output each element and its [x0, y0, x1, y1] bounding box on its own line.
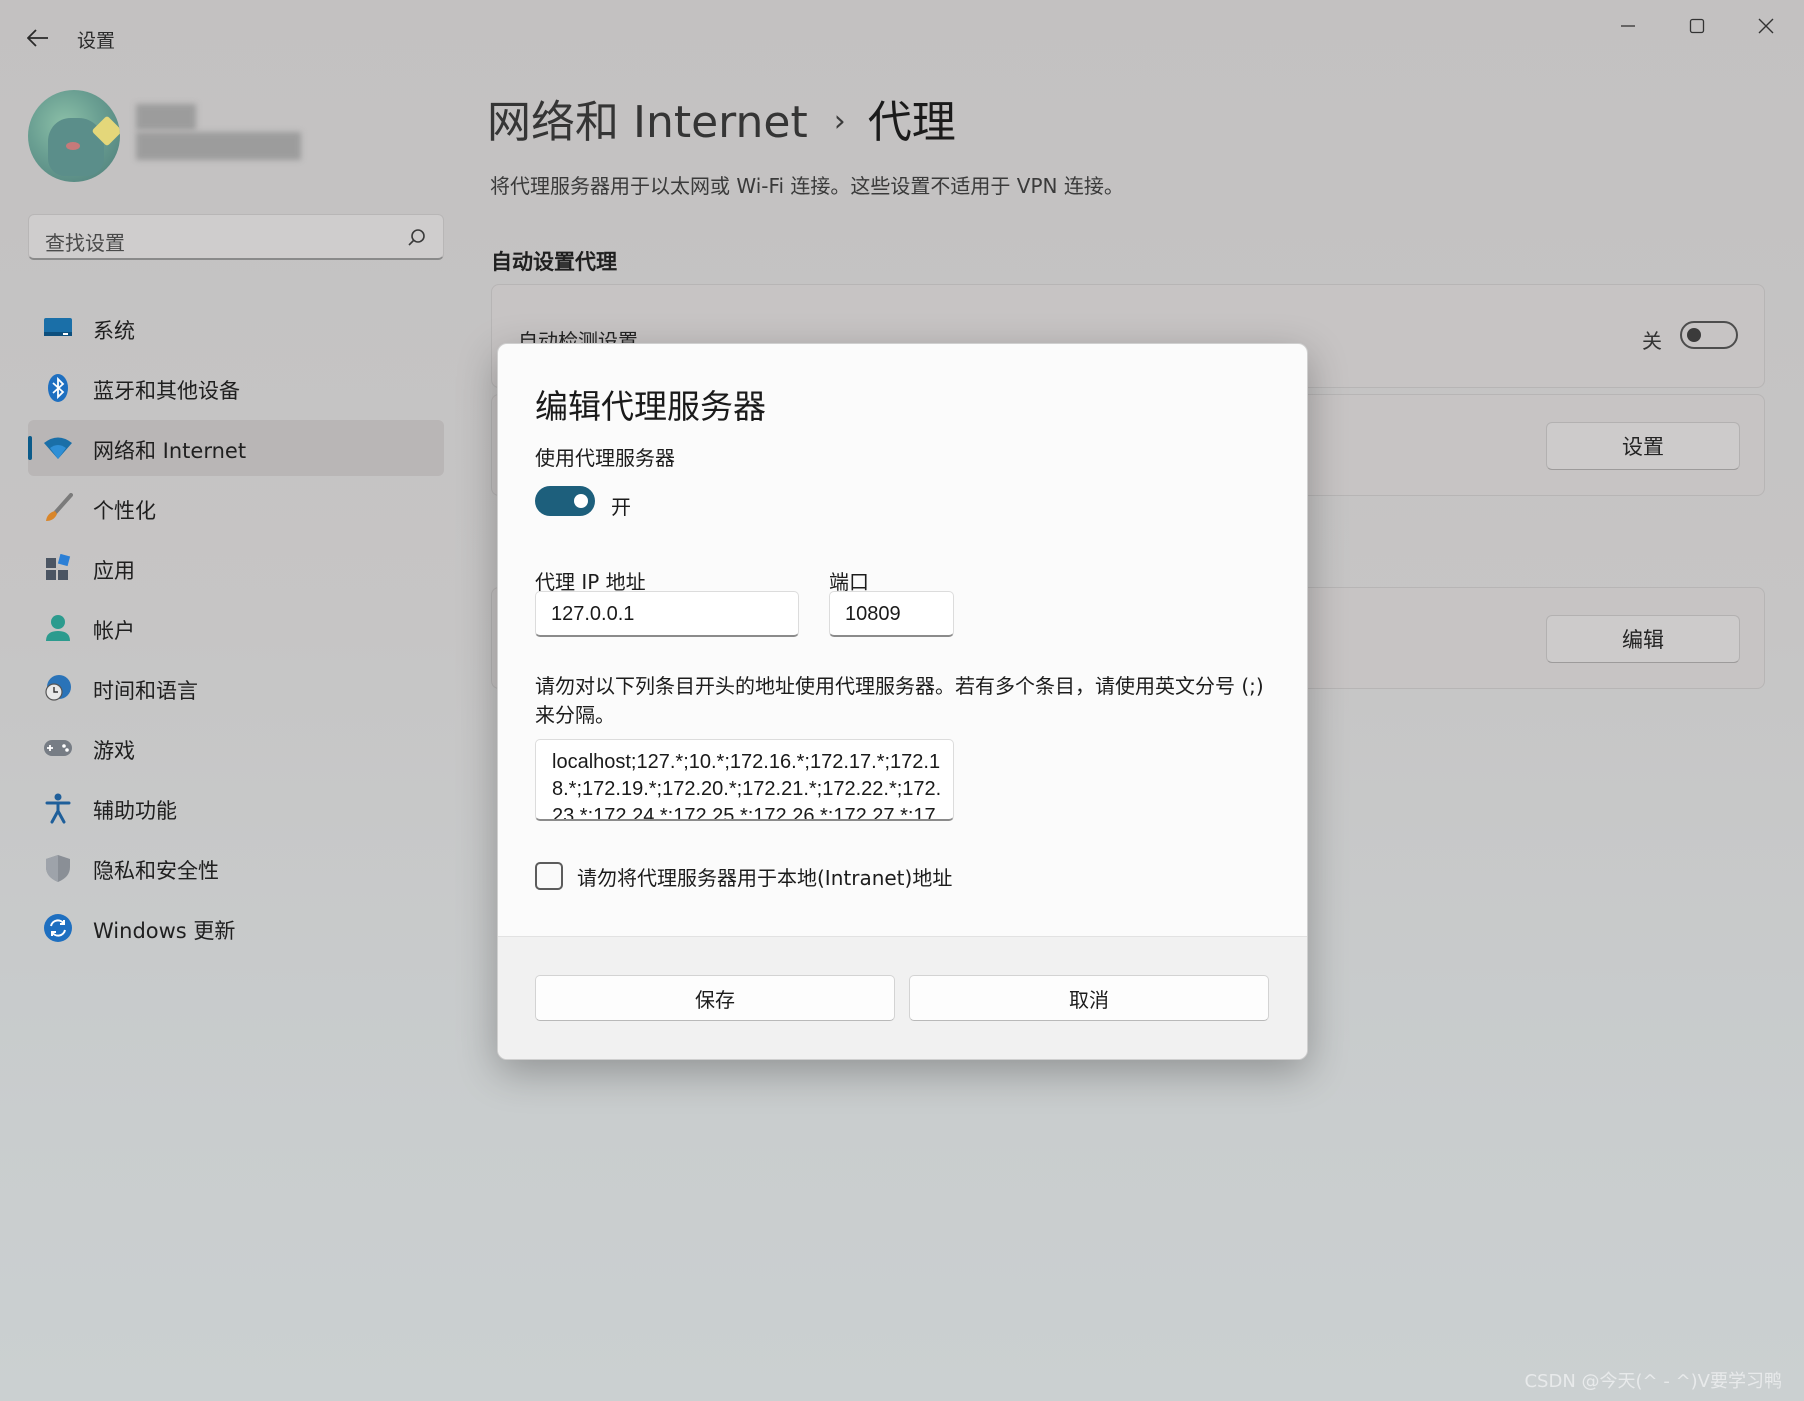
sidebar-item-label: 辅助功能 — [93, 799, 177, 823]
back-arrow-icon — [27, 29, 48, 47]
sidebar-item-personalization[interactable]: 个性化 — [28, 480, 444, 536]
section-title-auto-proxy: 自动设置代理 — [491, 250, 617, 274]
back-button[interactable] — [22, 22, 54, 54]
sidebar-item-label: 网络和 Internet — [93, 439, 247, 463]
shield-icon — [42, 852, 74, 884]
system-icon — [42, 312, 74, 344]
close-icon — [1758, 18, 1774, 34]
watermark: CSDN @今天(^ - ^)V要学习鸭 — [1524, 1371, 1782, 1392]
sidebar-item-windows-update[interactable]: Windows 更新 — [28, 900, 444, 956]
sidebar-item-accounts[interactable]: 帐户 — [28, 600, 444, 656]
sidebar-item-network[interactable]: 网络和 Internet — [28, 420, 444, 476]
breadcrumb: 网络和 Internet › 代理 — [487, 86, 956, 150]
setup-button[interactable]: 设置 — [1546, 422, 1740, 470]
sidebar-item-bluetooth[interactable]: 蓝牙和其他设备 — [28, 360, 444, 416]
ip-address-input[interactable]: 127.0.0.1 — [535, 591, 799, 637]
toggle-knob — [1687, 328, 1701, 342]
maximize-button[interactable] — [1669, 8, 1725, 44]
dialog-title: 编辑代理服务器 — [535, 387, 766, 426]
sidebar-item-privacy[interactable]: 隐私和安全性 — [28, 840, 444, 896]
window-title: 设置 — [77, 30, 116, 52]
sidebar-nav: 系统 蓝牙和其他设备 网络和 Internet 个性化 应用 帐户 时间和语言 … — [28, 300, 444, 960]
page-title: 代理 — [867, 97, 956, 148]
sidebar-item-label: 时间和语言 — [93, 679, 198, 703]
blurred-user-name — [136, 104, 301, 164]
close-button[interactable] — [1738, 8, 1794, 44]
sidebar-item-label: 游戏 — [93, 739, 135, 763]
settings-window: 设置 查找设置 系统 蓝牙和其他设备 网络和 Internet 个性化 应用 帐… — [0, 0, 1804, 1401]
local-address-checkbox-label[interactable]: 请勿将代理服务器用于本地(Intranet)地址 — [577, 862, 952, 891]
sidebar-item-label: 应用 — [93, 559, 135, 583]
page-description: 将代理服务器用于以太网或 Wi-Fi 连接。这些设置不适用于 VPN 连接。 — [490, 174, 1124, 198]
sidebar-item-label: 蓝牙和其他设备 — [93, 379, 240, 403]
minimize-button[interactable] — [1600, 8, 1656, 44]
sidebar-item-label: 系统 — [93, 319, 135, 343]
wifi-icon — [42, 432, 74, 464]
use-proxy-state: 开 — [611, 495, 631, 519]
sidebar-item-label: 个性化 — [93, 499, 156, 523]
edit-button[interactable]: 编辑 — [1546, 615, 1740, 663]
maximize-icon — [1689, 18, 1705, 34]
auto-detect-toggle[interactable] — [1680, 321, 1738, 349]
auto-detect-state: 关 — [1642, 329, 1662, 353]
search-icon — [408, 229, 425, 246]
apps-icon — [42, 552, 74, 584]
sidebar-item-time-language[interactable]: 时间和语言 — [28, 660, 444, 716]
title-bar: 设置 — [0, 0, 1804, 70]
accessibility-icon — [42, 792, 74, 824]
port-input[interactable]: 10809 — [829, 591, 954, 637]
breadcrumb-parent[interactable]: 网络和 Internet — [487, 97, 808, 148]
bluetooth-icon — [42, 372, 74, 404]
sidebar-item-apps[interactable]: 应用 — [28, 540, 444, 596]
search-placeholder: 查找设置 — [45, 231, 125, 255]
breadcrumb-separator: › — [833, 104, 846, 139]
local-address-checkbox[interactable] — [535, 862, 563, 890]
account-icon — [42, 612, 74, 644]
sidebar-item-label: 帐户 — [93, 619, 135, 643]
sidebar-item-label: Windows 更新 — [93, 919, 236, 943]
exceptions-hint: 请勿对以下列条目开头的地址使用代理服务器。若有多个条目，请使用英文分号 (;) … — [535, 674, 1264, 727]
toggle-knob — [574, 494, 588, 508]
cancel-button[interactable]: 取消 — [909, 975, 1269, 1021]
brush-icon — [42, 492, 74, 524]
avatar-cheek — [66, 142, 80, 150]
edit-proxy-dialog: 编辑代理服务器 使用代理服务器 开 代理 IP 地址 127.0.0.1 端口 … — [497, 343, 1308, 1060]
sidebar-item-system[interactable]: 系统 — [28, 300, 444, 356]
save-button[interactable]: 保存 — [535, 975, 895, 1021]
sidebar-item-gaming[interactable]: 游戏 — [28, 720, 444, 776]
sidebar-item-accessibility[interactable]: 辅助功能 — [28, 780, 444, 836]
sidebar-item-label: 隐私和安全性 — [93, 859, 219, 883]
dialog-footer: 保存 取消 — [498, 936, 1307, 1059]
avatar[interactable] — [28, 90, 120, 182]
time-language-icon — [42, 672, 74, 704]
use-proxy-label: 使用代理服务器 — [535, 446, 675, 470]
minimize-icon — [1621, 25, 1635, 27]
use-proxy-toggle[interactable] — [535, 486, 595, 516]
update-icon — [42, 912, 74, 944]
gamepad-icon — [42, 732, 74, 764]
selected-indicator — [28, 436, 32, 460]
search-input[interactable]: 查找设置 — [28, 214, 444, 260]
exceptions-textarea[interactable]: localhost;127.*;10.*;172.16.*;172.17.*;1… — [535, 739, 954, 821]
